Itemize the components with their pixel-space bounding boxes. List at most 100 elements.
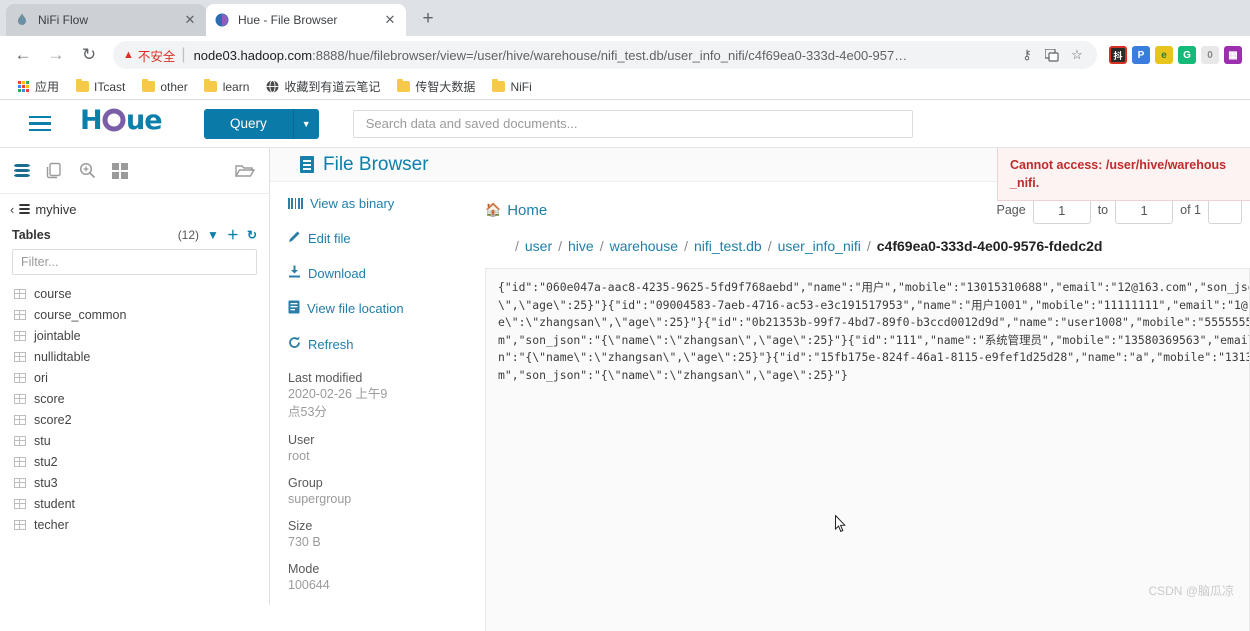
error-banner: Cannot access: /user/hive/warehous _nifi… [997, 148, 1250, 202]
bookmark-itcast[interactable]: ITcast [69, 78, 131, 96]
tab-strip: NiFi Flow ✕ Hue - File Browser ✕ + [0, 0, 1250, 36]
breadcrumb-separator: / [599, 238, 604, 255]
breadcrumb-item-nifi-test-db[interactable]: nifi_test.db [694, 238, 762, 254]
bookmark-label: learn [222, 79, 250, 94]
ext-icon-5[interactable]: 0 [1201, 46, 1219, 64]
table-name: student [34, 496, 76, 511]
view-as-binary-button[interactable]: View as binary [288, 196, 485, 211]
home-label: Home [507, 201, 548, 219]
filter-icon[interactable]: ▼ [207, 228, 219, 242]
chevron-down-icon[interactable]: ▼ [292, 108, 319, 139]
action-label: Refresh [308, 336, 354, 352]
list-item[interactable]: ori [0, 367, 269, 388]
list-item[interactable]: student [0, 493, 269, 514]
assist-breadcrumb[interactable]: ‹ myhive [0, 194, 269, 224]
home-link[interactable]: 🏠 Home [485, 202, 547, 219]
page-label: Page [996, 203, 1026, 218]
table-name: course [34, 286, 72, 301]
list-item[interactable]: stu [0, 430, 269, 451]
global-search-input[interactable]: Search data and saved documents... [352, 109, 913, 138]
action-label: Edit file [308, 230, 351, 246]
breadcrumb-item-user[interactable]: user [525, 238, 552, 254]
bookmark-label: 传智大数据 [415, 80, 476, 94]
view-file-location-button[interactable]: View file location [288, 300, 485, 317]
tab-title: Hue - File Browser [238, 13, 338, 27]
table-icon [14, 477, 26, 488]
new-tab-button[interactable]: + [414, 5, 442, 33]
breadcrumb-item-warehouse[interactable]: warehouse [610, 238, 679, 254]
bookmark-apps[interactable]: 应用 [10, 76, 65, 97]
list-item[interactable]: techer [0, 514, 269, 535]
forward-button[interactable]: → [41, 40, 71, 70]
bookmark-learn[interactable]: learn [198, 78, 256, 96]
list-item[interactable]: stu2 [0, 451, 269, 472]
ext-icon-4[interactable]: G [1178, 46, 1196, 64]
query-button-label[interactable]: Query [204, 108, 293, 139]
folder-collapse-icon[interactable] [235, 163, 255, 179]
documents-icon[interactable] [46, 162, 63, 179]
reload-button[interactable]: ↻ [74, 40, 104, 70]
search-zoom-icon[interactable] [79, 162, 96, 179]
ext-icon-1[interactable]: 抖 [1109, 46, 1127, 64]
browser-tab-nifi-flow[interactable]: NiFi Flow ✕ [6, 4, 206, 36]
ext-icon-2[interactable]: P [1132, 46, 1150, 64]
close-icon[interactable]: ✕ [182, 12, 198, 28]
address-bar[interactable]: ▲ 不安全 | node03.hadoop.com:8888/hue/fileb… [113, 41, 1097, 69]
bookmark-youdao-note[interactable]: 收藏到有道云笔记 [259, 76, 386, 97]
list-item[interactable]: course [0, 283, 269, 304]
bookmark-other[interactable]: other [135, 78, 193, 96]
bookmark-nifi[interactable]: NiFi [485, 78, 537, 96]
list-item[interactable]: score [0, 388, 269, 409]
download-button[interactable]: Download [288, 265, 485, 281]
translate-icon[interactable] [1042, 45, 1062, 65]
refresh-icon[interactable]: ↻ [247, 228, 257, 242]
add-icon[interactable]: ＋ [227, 226, 239, 243]
list-item[interactable]: course_common [0, 304, 269, 325]
database-icon[interactable] [14, 163, 30, 178]
file-content-viewer[interactable]: {"id":"060e047a-aac8-4235-9625-5fd9f768a… [485, 268, 1250, 631]
extension-icons: 抖 P e G 0 ▦ [1109, 46, 1242, 64]
table-name: score2 [34, 412, 72, 427]
ext-icon-3[interactable]: e [1155, 46, 1173, 64]
refresh-button[interactable]: Refresh [288, 336, 485, 352]
breadcrumb-item-user-info-nifi[interactable]: user_info_nifi [778, 238, 861, 254]
refresh-icon [288, 336, 301, 352]
hamburger-menu-icon[interactable] [18, 115, 62, 132]
file-actions-panel: View as binary Edit file Download View f… [270, 182, 485, 605]
folder-icon [75, 79, 89, 94]
breadcrumb-item-hive[interactable]: hive [568, 238, 594, 254]
query-button[interactable]: Query ▼ [204, 108, 319, 139]
folder-icon [396, 79, 410, 94]
list-item[interactable]: nullidtable [0, 346, 269, 367]
list-item[interactable]: stu3 [0, 472, 269, 493]
breadcrumb-separator: / [684, 238, 688, 255]
tab-title: NiFi Flow [38, 13, 88, 27]
close-icon[interactable]: ✕ [382, 12, 398, 28]
list-item[interactable]: score2 [0, 409, 269, 430]
table-icon [14, 414, 26, 425]
edit-file-button[interactable]: Edit file [288, 230, 485, 246]
table-name: score [34, 391, 65, 406]
to-label: to [1097, 203, 1109, 218]
assist-icon-toolbar [0, 148, 269, 194]
assist-database-name[interactable]: myhive [35, 202, 76, 217]
file-browser: File Browser View as binary Edit file Do… [270, 148, 1250, 631]
bookmark-label: 应用 [35, 80, 60, 94]
back-button[interactable]: ← [8, 40, 38, 70]
breadcrumb-separator: / [558, 238, 563, 255]
star-icon[interactable]: ☆ [1067, 45, 1087, 65]
metadata-size: Size 730 B [288, 519, 485, 551]
url-path: :8888/hue/filebrowser/view=/user/hive/wa… [312, 47, 908, 63]
metadata-key: Last modified [288, 371, 363, 386]
back-chevron-icon[interactable]: ‹ [10, 202, 14, 217]
ext-icon-6[interactable]: ▦ [1224, 46, 1242, 64]
security-warning-label: 不安全 [137, 49, 176, 64]
grid-apps-icon[interactable] [112, 162, 128, 179]
key-icon[interactable]: ⚷ [1017, 45, 1037, 65]
browser-tab-hue-file-browser[interactable]: Hue - File Browser ✕ [206, 4, 406, 36]
tables-filter-input[interactable]: Filter... [12, 249, 257, 275]
bookmark-chuanzhi-bigdata[interactable]: 传智大数据 [390, 76, 481, 97]
list-item[interactable]: jointable [0, 325, 269, 346]
file-location-icon [288, 300, 300, 317]
hue-logo[interactable]: H ue [80, 105, 176, 143]
